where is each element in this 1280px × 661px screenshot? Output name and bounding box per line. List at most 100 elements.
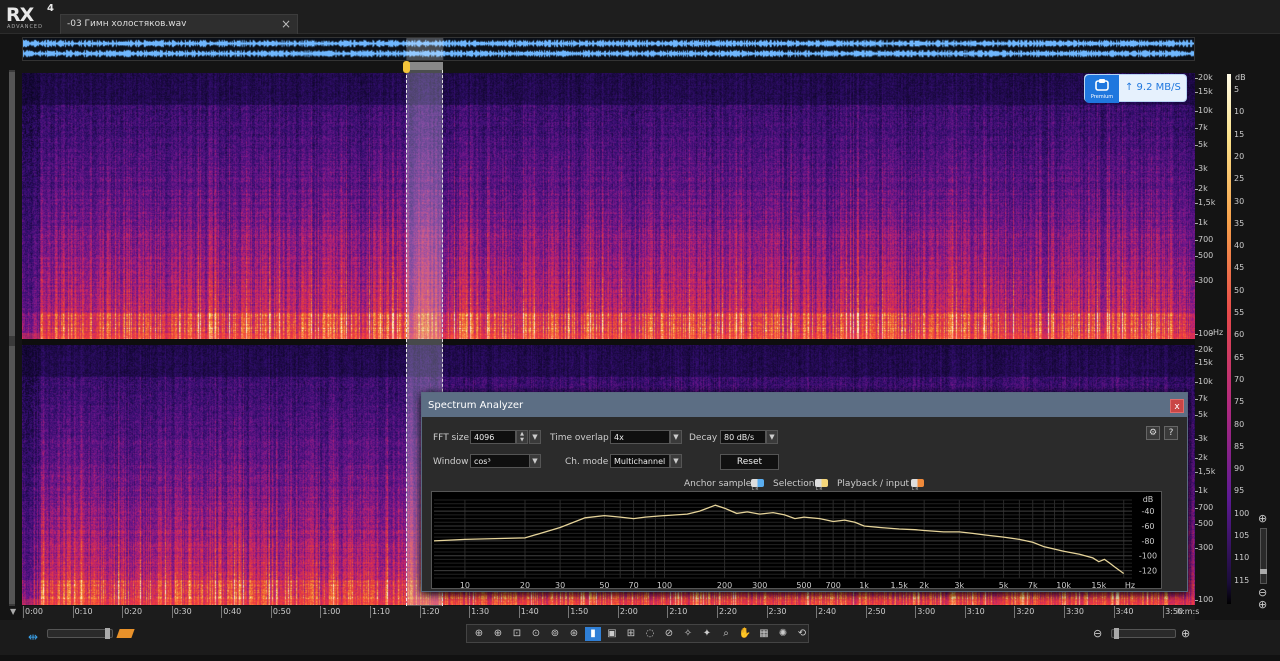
horizontal-zoom-slider[interactable] [1111,628,1176,639]
logo-edition: ADVANCED [7,24,43,30]
frequency-tick: 15k [1195,86,1213,96]
ch-mode-field[interactable]: Multichannel [610,454,670,468]
lasso-icon[interactable]: ◌ [642,627,658,641]
selection-toggle[interactable] [815,479,828,491]
vertical-zoom-thumb[interactable] [1260,569,1267,574]
time-tick: 1:00 [320,606,341,618]
y-unit-label: dB [1143,495,1154,504]
time-tick: 1:40 [518,606,539,618]
x-tick-label: 1k [859,581,869,590]
spark-icon[interactable]: ✺ [775,627,791,641]
playback-input-toggle[interactable] [911,479,924,491]
db-tick: 45 [1234,263,1245,273]
magnifier-icon[interactable]: ⌕ [718,627,734,641]
db-tick: 25 [1234,174,1245,184]
vertical-zoom-in-icon[interactable]: ⊕ [1258,512,1267,525]
channel-left-handle[interactable] [9,72,15,336]
x-tick-label: 10k [1056,581,1071,590]
x-tick-label: 200 [717,581,732,590]
x-tick-label: 50 [599,581,609,590]
time-tick: 0:50 [270,606,291,618]
freq-select-icon[interactable]: ⊞ [623,627,639,641]
db-tick: 115 [1234,575,1250,585]
frequency-tick: 1k [1195,486,1208,496]
analyzer-help-icon[interactable]: ? [1164,426,1178,440]
time-tick: 3:40 [1113,606,1134,618]
time-ruler[interactable]: 0:00 0:10 0:20 0:30 0:40 0:50 1:00 1:10 1:20 1:30… [22,606,1195,620]
playhead-marker[interactable] [403,61,410,73]
document-tab[interactable]: -03 Гимн холостяков.wav × [60,14,298,34]
fft-size-stepper[interactable]: ▲ ▼ [516,430,528,444]
reset-button[interactable]: Reset [720,454,779,470]
legend-playback-label: Playback / input [837,479,910,489]
time-freq-select-icon[interactable]: ▣ [604,627,620,641]
waveform-spectrogram-blend-slider[interactable] [47,628,113,639]
premium-badge: Premium [1085,75,1119,103]
time-tick: 0:10 [72,606,93,618]
brush-icon[interactable]: ⊘ [661,627,677,641]
time-overlap-dropdown[interactable]: ▼ [670,430,682,444]
status-bar [0,655,1280,661]
time-tick: 0:00 [23,606,43,618]
frequency-tick: 2k [1195,183,1208,193]
spectrum-plot[interactable]: -40 -60 -80 -100 -120 dB 10 20 30 50 70 100 200 300 50… [431,491,1162,590]
frequency-tick: 300 [1194,543,1214,553]
horizontal-zoom-thumb[interactable] [1114,628,1119,639]
vertical-zoom-fit-icon[interactable]: ⊕ [1258,598,1267,611]
grid-icon[interactable]: ▦ [756,627,772,641]
zoom-fit-icon[interactable]: ⊡ [509,627,525,641]
channel-selector-strip[interactable] [9,70,15,606]
time-overlap-field[interactable]: 4x [610,430,670,444]
selection-range-bar[interactable] [406,62,443,70]
zoom-time-icon[interactable]: ⊕ [471,627,487,641]
analyzer-title-bar[interactable]: Spectrum Analyzer x [422,393,1187,417]
window-label: Window [433,457,469,467]
analyzer-settings-icon[interactable]: ⚙ [1146,426,1160,440]
frequency-tick: 500 [1194,251,1214,261]
frequency-tick: 300 [1194,275,1214,285]
decay-dropdown[interactable]: ▼ [766,430,778,444]
hand-icon[interactable]: ✋ [737,627,753,641]
db-tick: 110 [1234,553,1250,563]
document-tab-label: -03 Гимн холостяков.wav [67,19,187,29]
anchor-sample-toggle[interactable] [751,479,764,491]
zoom-in-icon[interactable]: ⊕ [1181,627,1190,640]
db-tick: 100 [1234,508,1250,518]
frequency-tick: 500 [1194,518,1214,528]
frequency-tick: 3k [1195,164,1208,174]
window-field[interactable]: cos³ [470,454,530,468]
analyzer-close-button[interactable]: x [1170,399,1184,413]
db-tick: 70 [1234,374,1245,384]
legend-anchor-label: Anchor sample [684,479,752,489]
magic-wand-icon[interactable]: ✧ [680,627,696,641]
decay-field[interactable]: 80 dB/s [720,430,766,444]
zoom-out-icon[interactable]: ⊖ [1093,627,1102,640]
spectrum-analyzer-window[interactable]: Spectrum Analyzer x FFT size 4096 ▲ ▼ ▼ T… [421,392,1188,592]
fft-size-dropdown[interactable]: ▼ [529,430,541,444]
harmonic-wand-icon[interactable]: ✦ [699,627,715,641]
zoom-selection-icon[interactable]: ⊚ [547,627,563,641]
vertical-zoom-slider[interactable] [1260,528,1267,584]
db-tick: 95 [1234,486,1245,496]
zoom-reset-icon[interactable]: ⊙ [528,627,544,641]
waveform-overview[interactable] [22,37,1195,61]
zoom-freq-icon[interactable]: ⊕ [490,627,506,641]
time-select-icon[interactable]: ▮ [585,627,601,641]
waveform-view-icon[interactable]: ⇹ [28,630,38,644]
tab-close-icon[interactable]: × [281,17,291,31]
timeline-menu-icon[interactable]: ▼ [10,607,16,616]
rx-logo: RX 4 ADVANCED [4,3,58,30]
undo-icon[interactable]: ⟲ [794,627,810,641]
channel-right-handle[interactable] [9,346,15,604]
ch-mode-dropdown[interactable]: ▼ [670,454,682,468]
network-speed-widget[interactable]: Premium ↑ 9.2 MB/S [1084,74,1187,103]
frequency-tick: 20k [1195,72,1213,82]
db-tick: 65 [1234,352,1245,362]
blend-slider-thumb[interactable] [105,628,110,639]
db-tick: 90 [1234,464,1245,474]
fft-size-field[interactable]: 4096 [470,430,516,444]
window-dropdown[interactable]: ▼ [529,454,541,468]
db-scale: 5 10 15 20 25 30 35 40 45 50 55 60 65 70 75 80 85 90 95 100… [1232,70,1254,606]
spectrogram-channel-left[interactable] [22,73,1195,339]
zoom-full-icon[interactable]: ⊛ [566,627,582,641]
